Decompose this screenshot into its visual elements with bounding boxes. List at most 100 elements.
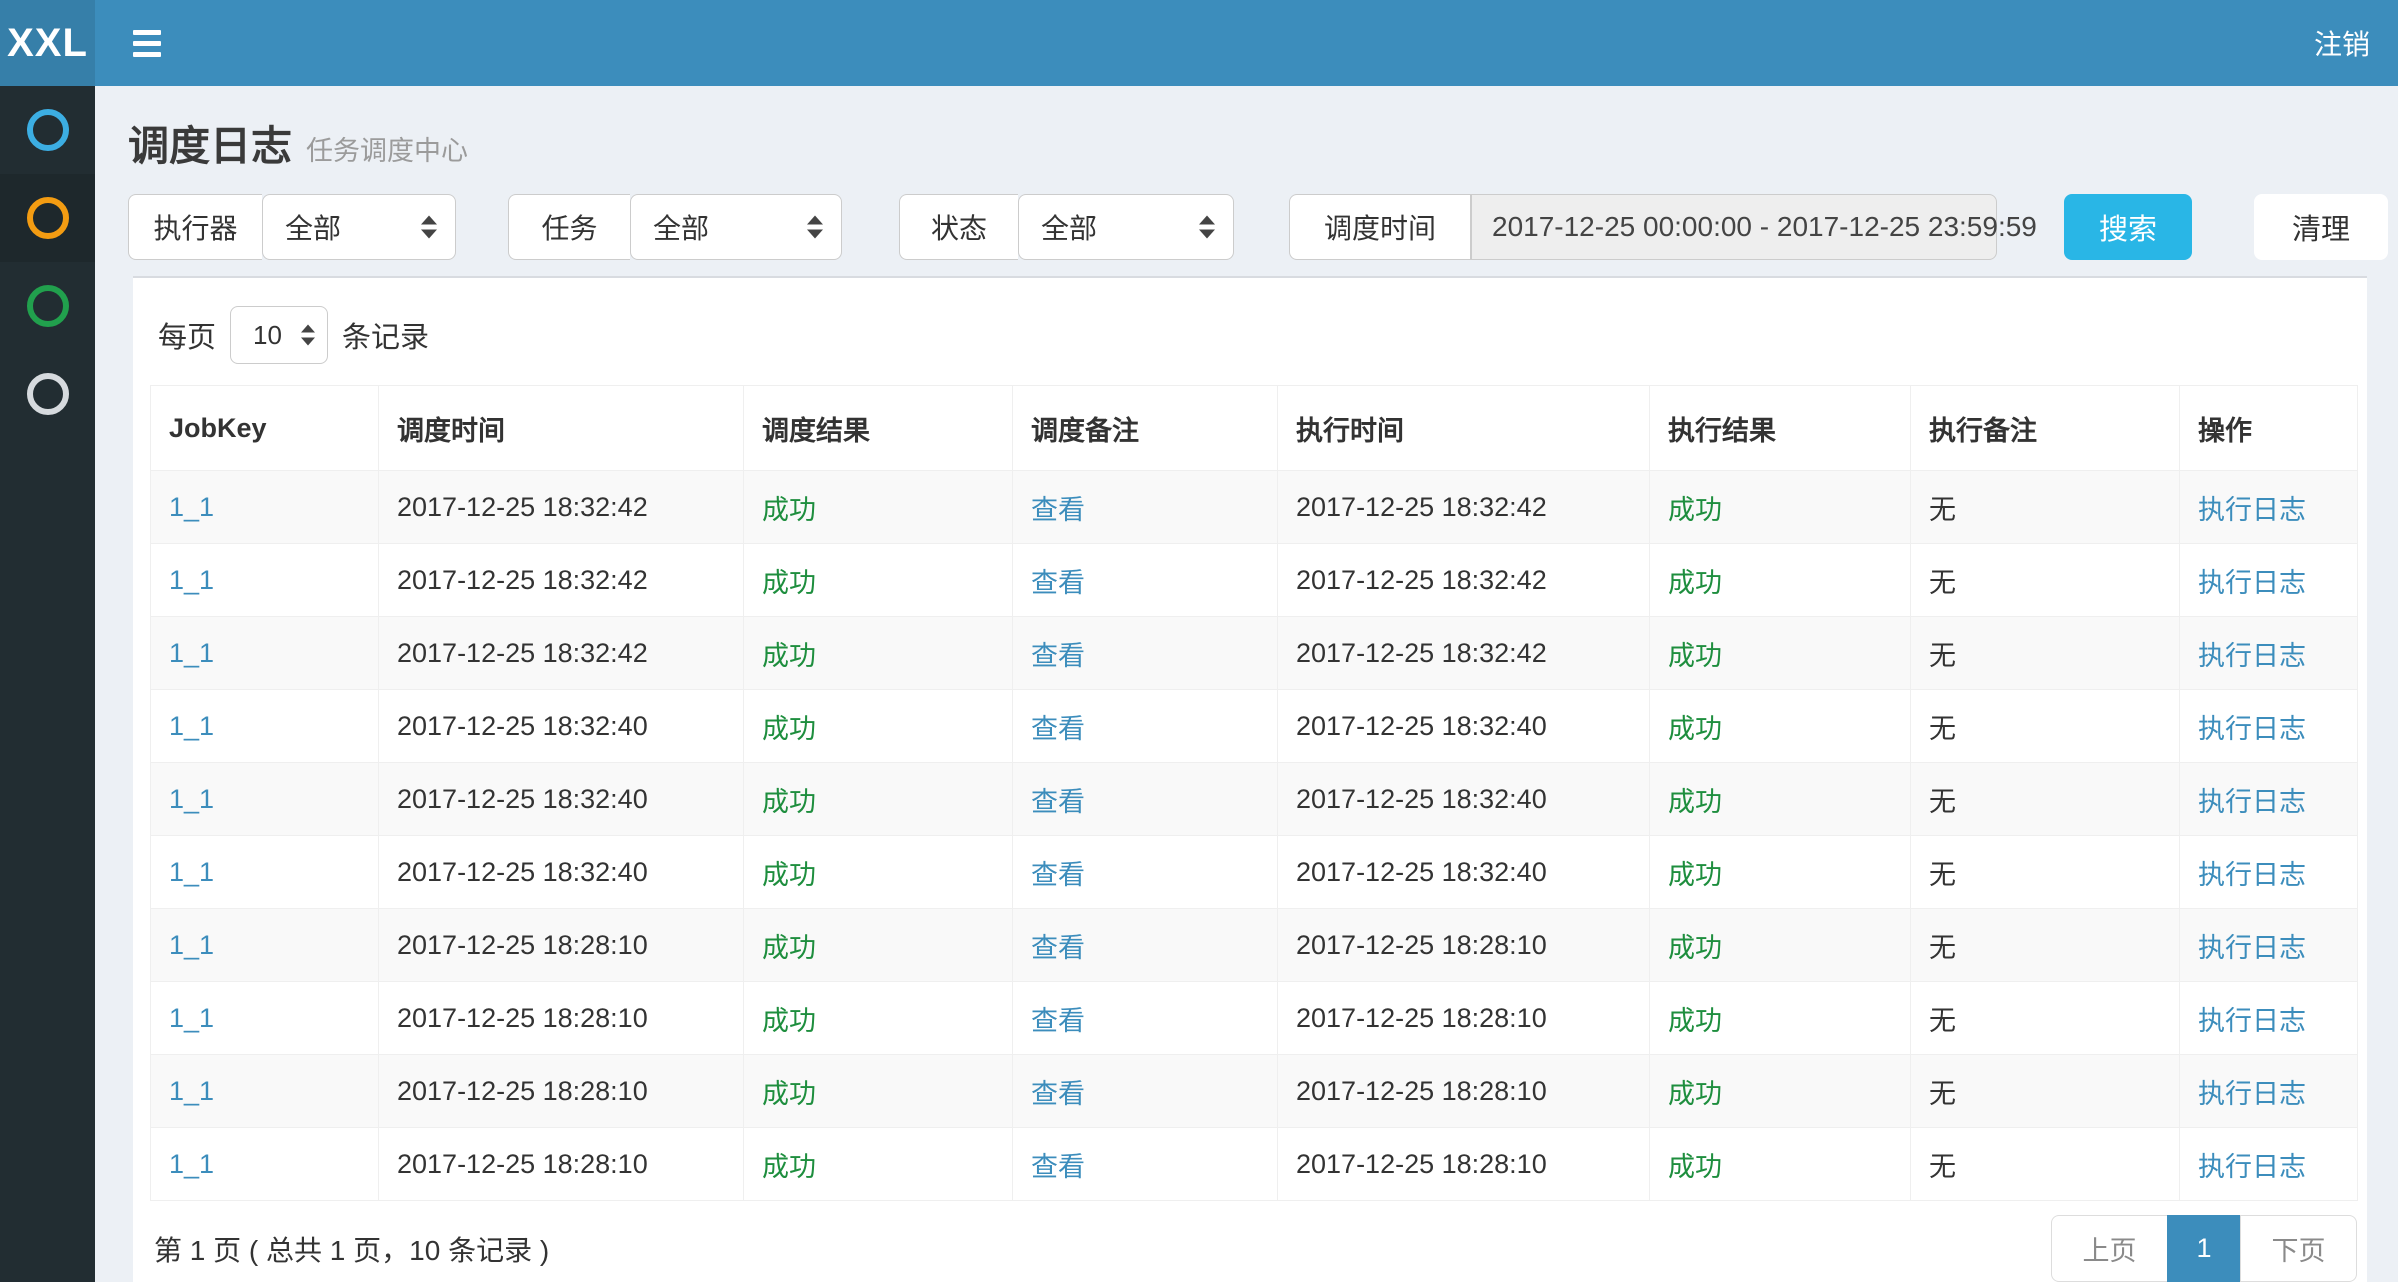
handle-result-cell-container: 成功 [1650,1055,1911,1128]
execution-log-link[interactable]: 执行日志 [2198,641,2306,671]
trigger-msg-link-container: 查看 [1013,690,1278,763]
executor-filter-label: 执行器 [128,194,262,260]
prev-page-button[interactable]: 上页 [2051,1215,2168,1282]
execution-log-link[interactable]: 执行日志 [2198,787,2306,817]
execution-log-link-container: 执行日志 [2180,1128,2358,1201]
sidebar-item-4[interactable] [0,350,95,438]
job-key-link[interactable]: 1_1 [169,1076,214,1106]
job-key-link[interactable]: 1_1 [169,784,214,814]
next-page-button[interactable]: 下页 [2240,1215,2357,1282]
job-key-link[interactable]: 1_1 [169,565,214,595]
page-size-row: 每页 10 条记录 [158,306,2353,364]
execution-log-link[interactable]: 执行日志 [2198,568,2306,598]
sidebar-item-1[interactable] [0,86,95,174]
trigger-time-filter-group: 调度时间 2017-12-25 00:00:00 - 2017-12-25 23… [1289,194,1997,260]
trigger-time-cell: 2017-12-25 18:32:40 [397,857,648,887]
job-key-link[interactable]: 1_1 [169,711,214,741]
job-key-link[interactable]: 1_1 [169,638,214,668]
sidebar-item-2[interactable] [0,174,95,262]
trigger-msg-link[interactable]: 查看 [1031,1152,1085,1182]
trigger-msg-link[interactable]: 查看 [1031,495,1085,525]
page-size-value: 10 [253,320,282,351]
handle-time-cell-container: 2017-12-25 18:28:10 [1278,909,1650,982]
trigger-time-cell: 2017-12-25 18:32:40 [397,784,648,814]
filter-toolbar: 执行器 全部 任务 全部 状态 全部 [95,180,2398,276]
trigger-result-cell-container: 成功 [744,617,1013,690]
job-key-link[interactable]: 1_1 [169,857,214,887]
handle-result-cell-container: 成功 [1650,690,1911,763]
sidebar-item-3[interactable] [0,262,95,350]
trigger-result-cell: 成功 [762,1152,816,1182]
job-key-link[interactable]: 1_1 [169,930,214,960]
execution-log-link[interactable]: 执行日志 [2198,860,2306,890]
clear-button[interactable]: 清理 [2254,194,2388,260]
job-key-link-container: 1_1 [151,836,379,909]
sidebar-toggle-icon[interactable] [123,20,171,67]
handle-result-cell: 成功 [1668,933,1722,963]
page-size-select[interactable]: 10 [230,306,328,364]
execution-log-link[interactable]: 执行日志 [2198,714,2306,744]
execution-log-link[interactable]: 执行日志 [2198,1152,2306,1182]
current-page-button[interactable]: 1 [2167,1215,2241,1282]
trigger-msg-link[interactable]: 查看 [1031,568,1085,598]
search-button[interactable]: 搜索 [2064,194,2192,260]
execution-log-link-container: 执行日志 [2180,763,2358,836]
handle-msg-cell-container: 无 [1911,909,2180,982]
handle-time-cell: 2017-12-25 18:32:40 [1296,784,1547,814]
trigger-result-cell-container: 成功 [744,1128,1013,1201]
job-key-link-container: 1_1 [151,617,379,690]
handle-result-cell-container: 成功 [1650,982,1911,1055]
trigger-result-cell: 成功 [762,714,816,744]
column-header-6: 执行结果 [1650,386,1911,471]
job-select[interactable]: 全部 [630,194,842,260]
trigger-time-cell: 2017-12-25 18:32:42 [397,565,648,595]
execution-log-link[interactable]: 执行日志 [2198,495,2306,525]
trigger-time-cell: 2017-12-25 18:28:10 [397,1149,648,1179]
handle-msg-cell-container: 无 [1911,763,2180,836]
job-key-link[interactable]: 1_1 [169,1149,214,1179]
status-select[interactable]: 全部 [1018,194,1234,260]
handle-result-cell: 成功 [1668,787,1722,817]
logout-link[interactable]: 注销 [2314,23,2370,63]
trigger-msg-link-container: 查看 [1013,1128,1278,1201]
trigger-msg-link[interactable]: 查看 [1031,933,1085,963]
handle-time-cell-container: 2017-12-25 18:32:42 [1278,617,1650,690]
trigger-msg-link[interactable]: 查看 [1031,787,1085,817]
handle-msg-cell: 无 [1929,787,1956,817]
app-window: XXL 注销 调度日志任务调度中心 执行器 全部 [0,0,2398,1282]
hamburger-bar [133,41,161,46]
trigger-time-cell-container: 2017-12-25 18:32:40 [379,690,744,763]
trigger-time-cell-container: 2017-12-25 18:32:42 [379,544,744,617]
trigger-msg-link-container: 查看 [1013,982,1278,1055]
column-header-5: 执行时间 [1278,386,1650,471]
log-table-body: 1_12017-12-25 18:32:42成功查看2017-12-25 18:… [151,471,2358,1201]
log-panel: 每页 10 条记录 JobKey调度时间调度结果调度备注执行时间执行结果执行备注… [133,276,2367,1282]
execution-log-link[interactable]: 执行日志 [2198,1079,2306,1109]
status-select-value: 全部 [1041,207,1097,247]
trigger-msg-link[interactable]: 查看 [1031,1079,1085,1109]
job-key-link[interactable]: 1_1 [169,492,214,522]
trigger-msg-link[interactable]: 查看 [1031,641,1085,671]
status-filter-group: 状态 全部 [899,194,1234,260]
execution-log-link[interactable]: 执行日志 [2198,933,2306,963]
job-key-link-container: 1_1 [151,909,379,982]
job-filter-group: 任务 全部 [508,194,842,260]
trigger-msg-link[interactable]: 查看 [1031,1006,1085,1036]
trigger-msg-link[interactable]: 查看 [1031,714,1085,744]
handle-time-cell: 2017-12-25 18:32:40 [1296,711,1547,741]
job-key-link[interactable]: 1_1 [169,1003,214,1033]
trigger-result-cell: 成功 [762,495,816,525]
trigger-msg-link[interactable]: 查看 [1031,860,1085,890]
execution-log-link[interactable]: 执行日志 [2198,1006,2306,1036]
trigger-time-cell: 2017-12-25 18:32:40 [397,711,648,741]
trigger-result-cell: 成功 [762,787,816,817]
executor-select[interactable]: 全部 [262,194,456,260]
trigger-time-range-input[interactable]: 2017-12-25 00:00:00 - 2017-12-25 23:59:5… [1471,194,1997,260]
handle-time-cell: 2017-12-25 18:28:10 [1296,930,1547,960]
handle-msg-cell-container: 无 [1911,982,2180,1055]
trigger-time-cell-container: 2017-12-25 18:28:10 [379,1128,744,1201]
trigger-time-cell-container: 2017-12-25 18:32:42 [379,617,744,690]
main-content: 调度日志任务调度中心 执行器 全部 任务 全部 状态 全部 [95,86,2398,1282]
handle-result-cell: 成功 [1668,714,1722,744]
status-filter-label: 状态 [899,194,1018,260]
